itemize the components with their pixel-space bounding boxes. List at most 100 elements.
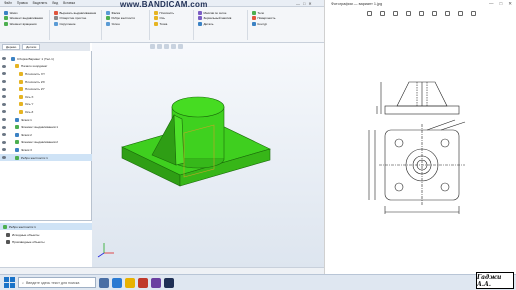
visibility-eye-icon[interactable] [2,95,6,99]
tree-item[interactable]: Эскиз:2 [0,131,92,139]
body-icon [252,10,256,15]
edge-icon[interactable] [112,277,122,288]
visibility-eye-icon[interactable] [2,125,6,129]
tree-item[interactable]: Эскиз:3 [0,146,92,154]
tree-item[interactable]: Ребро жесткости:1 [0,153,92,162]
properties-header[interactable]: Ребро жесткости:1 [0,223,92,230]
menu-edit[interactable]: Правка [17,1,28,5]
visibility-eye-icon[interactable] [2,57,6,61]
fillet-icon [54,21,58,26]
tree-node-icon [19,79,23,84]
cylinder-top [171,96,225,118]
tree-item[interactable]: Элемент выдавливания:1 [0,123,92,131]
tree-item[interactable]: Сборка Вариант 1 (Тел-1) [0,55,92,63]
view-orientation-icon[interactable] [171,44,176,49]
tree-node-icon [19,109,23,114]
bandicam-icon[interactable] [164,277,174,288]
kompas-icon[interactable] [138,277,148,288]
pan-icon[interactable] [164,44,169,49]
tree-item-label: Ребро жесткости:1 [21,155,48,160]
menu-view[interactable]: Вид [52,1,58,5]
tree-item[interactable]: Элемент выдавливания:2 [0,139,92,147]
visibility-eye-icon[interactable] [2,133,6,137]
tree-node-icon [15,125,19,130]
ribbon-contour[interactable]: Контур [252,21,292,27]
3d-viewport[interactable] [92,43,324,267]
array-icon [198,10,202,15]
surface-icon [252,16,256,21]
tree-node-icon [15,147,19,152]
tab-tree[interactable]: Дерево [2,44,21,50]
minimize-button[interactable]: — [296,1,300,6]
tree-node-icon [15,140,19,145]
derived-objects-item[interactable]: Производные объекты [6,238,44,245]
ribbon-cut-extrude[interactable]: Вырезать выдавливанием [54,10,101,16]
tree-item[interactable]: Ось X [0,93,92,101]
tree-item-label: Ось X [25,94,34,99]
zoom-icon[interactable] [150,44,155,49]
ribbon-revolve[interactable]: Элемент вращения [4,21,49,27]
visibility-eye-icon[interactable] [2,110,6,114]
tree-node-icon [15,155,19,160]
tree-item-label: Элемент выдавливания:2 [21,140,58,145]
tree-node-icon [19,71,23,76]
visibility-eye-icon[interactable] [2,64,6,68]
tab-parts[interactable]: Детали [22,44,41,50]
tree-item[interactable]: Ось Y [0,101,92,109]
tree-item[interactable]: Плоскость ZX [0,78,92,86]
photos-icon[interactable] [151,277,161,288]
tree-item[interactable]: Эскиз:1 [0,116,92,124]
visibility-eye-icon[interactable] [2,87,6,91]
ribbon-part[interactable]: Деталь [198,21,247,27]
visibility-eye-icon[interactable] [2,80,6,84]
window-controls: — □ ✕ [296,0,312,7]
draft-icon [106,21,110,26]
mirror-icon [198,16,202,21]
source-objects-item[interactable]: Исходные объекты [6,231,39,238]
maximize-button[interactable]: □ [303,1,305,6]
close-button[interactable]: ✕ [308,1,311,6]
visibility-eye-icon[interactable] [2,140,6,144]
visibility-eye-icon[interactable] [2,118,6,122]
photos-window: Фотографии — вариант 1.jpg — □ ✕ [324,0,516,274]
tree-item-label: Ось Y [25,102,34,107]
status-bar [0,267,324,274]
ribbon-point[interactable]: Точка [154,21,193,27]
hole-icon [54,16,58,21]
technical-drawing [368,81,466,214]
visibility-eye-icon[interactable] [2,102,6,106]
ribbon-draft[interactable]: Уклон [106,21,149,27]
explorer-icon[interactable] [125,277,135,288]
start-button[interactable] [3,277,15,289]
axis-icon [154,16,158,21]
chamfer-icon [106,10,110,15]
ribbon-extrude[interactable]: Элемент выдавливания [4,16,49,22]
menu-insert[interactable]: Вставка [63,1,75,5]
folder-icon [6,239,10,244]
task-view-icon[interactable] [99,277,109,288]
axis-z [97,252,105,258]
visibility-eye-icon[interactable] [2,148,6,152]
taskbar-search[interactable]: ⌕ Введите здесь текст для поиска [18,277,96,288]
tree-item[interactable]: Ось Z [0,108,92,116]
menu-file[interactable]: Файл [4,1,12,5]
drawing-top-view [368,119,466,214]
menu-select[interactable]: Выделить [33,1,48,5]
ribbon-group-array: Массив по сетке Зеркальный массив Деталь [198,10,248,40]
ribbon-fillet[interactable]: Скругление [54,21,101,27]
tree-item-label: Плоскость ZX [25,79,45,84]
tree-item[interactable]: Начало координат [0,63,92,71]
rib-icon [106,16,110,21]
visibility-eye-icon[interactable] [2,156,6,160]
tree-node-icon [19,87,23,92]
rotate-icon[interactable] [157,44,162,49]
tree-item[interactable]: Плоскость ZY [0,85,92,93]
visibility-eye-icon[interactable] [2,72,6,76]
display-mode-icon[interactable] [178,44,183,49]
drawing-front-view [376,81,460,115]
ribbon-toolbar: Эскиз Элемент выдавливания Элемент враще… [0,7,324,43]
tree-tabs: Дерево Детали [0,43,90,51]
tree-item[interactable]: Плоскость XY [0,70,92,78]
part-icon [198,21,202,26]
ribbon-group-feature: Фаска Ребро жесткости Уклон [106,10,150,40]
